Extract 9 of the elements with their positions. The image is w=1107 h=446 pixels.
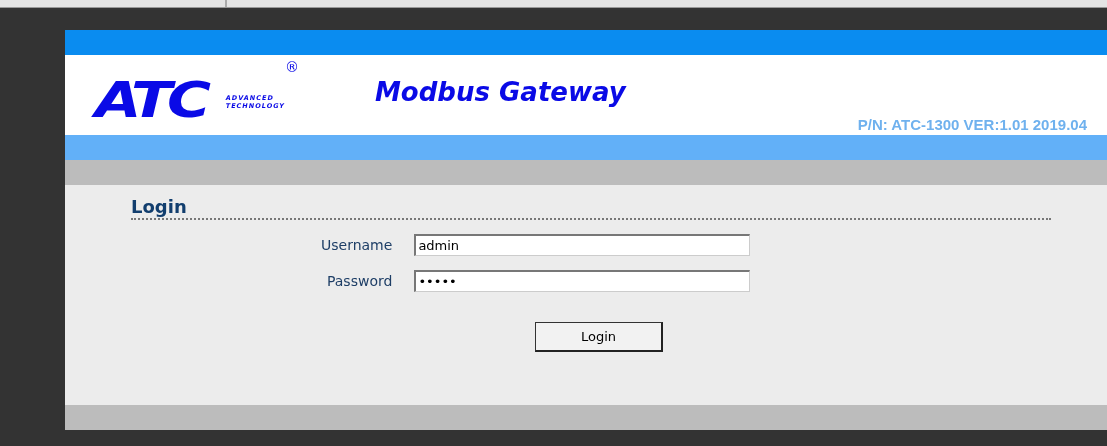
login-button[interactable]: Login xyxy=(535,321,663,352)
section-heading: Login xyxy=(131,197,187,217)
field-label: Password xyxy=(326,272,393,289)
registered-mark: ® xyxy=(285,59,299,75)
input-field[interactable]: ••••• xyxy=(414,269,751,292)
part-number-text: P/N: ATC-1300 VER:1.01 2019.04 xyxy=(857,116,1087,133)
input-field[interactable]: admin xyxy=(414,233,751,256)
field-label: Username xyxy=(321,236,393,253)
page-title: Modbus Gateway xyxy=(375,77,626,107)
